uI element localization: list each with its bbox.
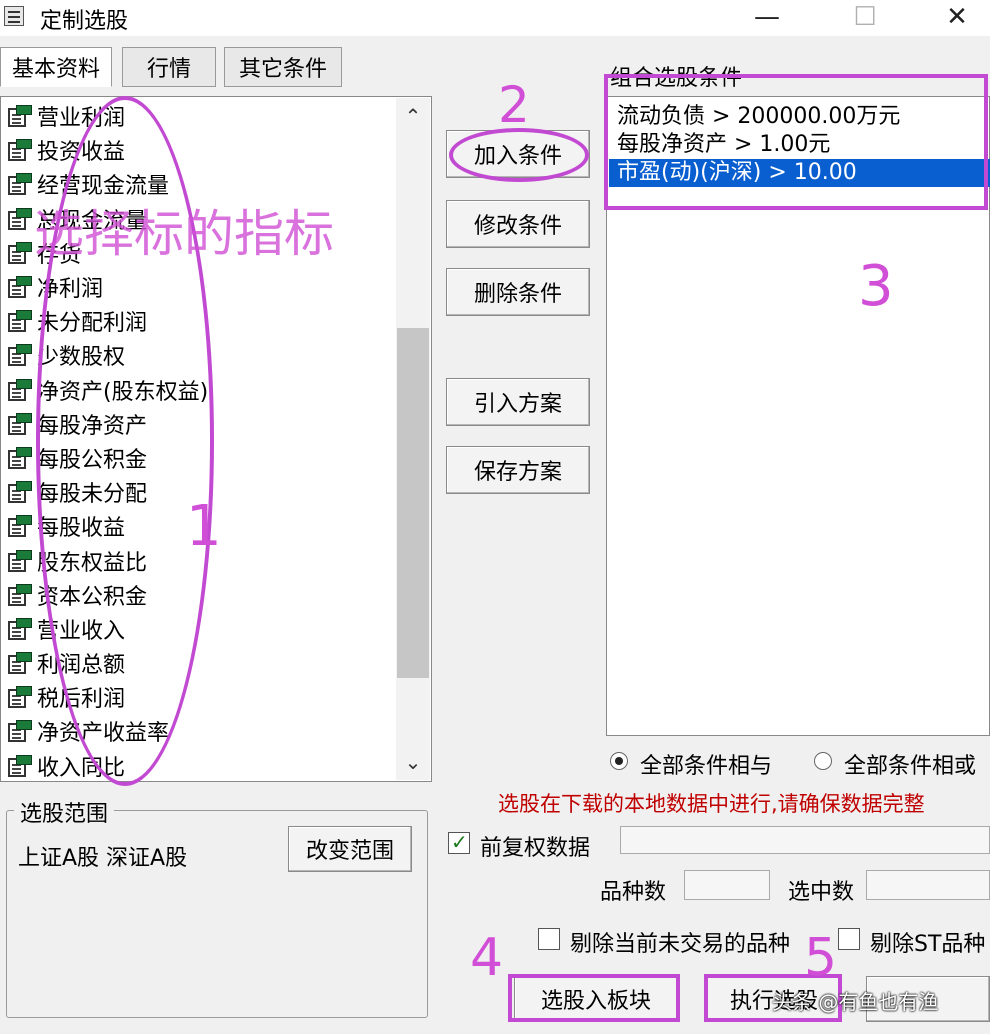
variety-count-field bbox=[684, 870, 770, 900]
close-button[interactable]: ✕ bbox=[934, 0, 980, 34]
progress-field bbox=[620, 826, 990, 854]
minimize-button[interactable]: — bbox=[744, 0, 790, 34]
indicator-doc-icon bbox=[6, 172, 32, 196]
tab-other-conditions[interactable]: 其它条件 bbox=[224, 47, 342, 87]
logic-and-radio[interactable] bbox=[610, 752, 628, 770]
selected-count-field bbox=[866, 870, 990, 900]
indicator-item[interactable]: 净资产收益率 bbox=[1, 714, 397, 748]
selected-count-label: 选中数 bbox=[788, 880, 855, 905]
watermark-text: 头条 @有鱼也有渔 bbox=[772, 990, 939, 1014]
logic-or-radio[interactable] bbox=[814, 752, 832, 770]
indicator-doc-icon bbox=[6, 207, 32, 231]
indicator-doc-icon bbox=[6, 343, 32, 367]
scroll-up-arrow-icon[interactable]: ⌃ bbox=[396, 98, 430, 134]
indicator-doc-icon bbox=[6, 651, 32, 675]
annotation-number-2: 2 bbox=[498, 76, 530, 134]
exclude-untraded-checkbox[interactable] bbox=[538, 928, 560, 950]
indicator-doc-icon bbox=[6, 480, 32, 504]
variety-count-label: 品种数 bbox=[600, 880, 667, 905]
indicator-doc-icon bbox=[6, 583, 32, 607]
tab-basic-info[interactable]: 基本资料 bbox=[0, 47, 112, 87]
indicator-doc-icon bbox=[6, 719, 32, 743]
annotation-rect-conditions bbox=[604, 74, 988, 210]
indicator-doc-icon bbox=[6, 241, 32, 265]
indicator-doc-icon bbox=[6, 412, 32, 436]
selection-range-title: 选股范围 bbox=[14, 796, 115, 828]
prev-adjust-label: 前复权数据 bbox=[480, 836, 591, 861]
app-window-icon bbox=[4, 6, 24, 26]
save-scheme-button[interactable]: 保存方案 bbox=[446, 446, 590, 494]
exclude-st-checkbox[interactable] bbox=[838, 928, 860, 950]
annotation-number-4: 4 bbox=[470, 928, 504, 988]
indicator-scrollbar[interactable]: ⌃ ⌄ bbox=[396, 98, 430, 780]
selection-range-value: 上证A股 深证A股 bbox=[18, 846, 188, 871]
title-bar: 定制选股 — ☐ ✕ bbox=[0, 0, 990, 36]
indicator-doc-icon bbox=[6, 104, 32, 128]
indicator-doc-icon bbox=[6, 275, 32, 299]
annotation-number-3: 3 bbox=[858, 254, 894, 319]
indicator-doc-icon bbox=[6, 549, 32, 573]
window-title: 定制选股 bbox=[40, 9, 129, 34]
annotation-number-5: 5 bbox=[804, 928, 838, 988]
scroll-down-arrow-icon[interactable]: ⌄ bbox=[396, 744, 430, 780]
logic-and-label: 全部条件相与 bbox=[640, 754, 773, 779]
delete-condition-button[interactable]: 删除条件 bbox=[446, 268, 590, 316]
indicator-doc-icon bbox=[6, 685, 32, 709]
indicator-item[interactable]: 税后利润 bbox=[1, 680, 397, 714]
indicator-doc-icon bbox=[6, 754, 32, 778]
scroll-thumb[interactable] bbox=[397, 328, 429, 678]
exclude-untraded-label: 剔除当前未交易的品种 bbox=[570, 932, 791, 957]
indicator-item[interactable]: 营业利润 bbox=[1, 99, 397, 133]
tab-market[interactable]: 行情 bbox=[122, 47, 216, 87]
indicator-doc-icon bbox=[6, 138, 32, 162]
import-scheme-button[interactable]: 引入方案 bbox=[446, 378, 590, 426]
indicator-doc-icon bbox=[6, 378, 32, 402]
annotation-number-1: 1 bbox=[186, 494, 222, 559]
indicator-item[interactable]: 投资收益 bbox=[1, 133, 397, 167]
indicator-doc-icon bbox=[6, 617, 32, 641]
indicator-doc-icon bbox=[6, 309, 32, 333]
modify-condition-button[interactable]: 修改条件 bbox=[446, 200, 590, 248]
indicator-doc-icon bbox=[6, 446, 32, 470]
data-warning-text: 选股在下载的本地数据中进行,请确保数据完整 bbox=[498, 792, 925, 816]
indicator-item[interactable]: 收入同比 bbox=[1, 749, 397, 783]
annotation-rect-to-block bbox=[508, 974, 680, 1022]
indicator-doc-icon bbox=[6, 514, 32, 538]
change-range-button[interactable]: 改变范围 bbox=[288, 826, 412, 872]
maximize-button[interactable]: ☐ bbox=[842, 0, 888, 34]
prev-adjust-checkbox[interactable] bbox=[448, 830, 470, 854]
annotation-select-indicator-text: 选择标的指标 bbox=[34, 205, 334, 263]
exclude-st-label: 剔除ST品种 bbox=[870, 932, 986, 957]
annotation-ellipse-add bbox=[449, 128, 589, 182]
logic-or-label: 全部条件相或 bbox=[844, 754, 977, 779]
